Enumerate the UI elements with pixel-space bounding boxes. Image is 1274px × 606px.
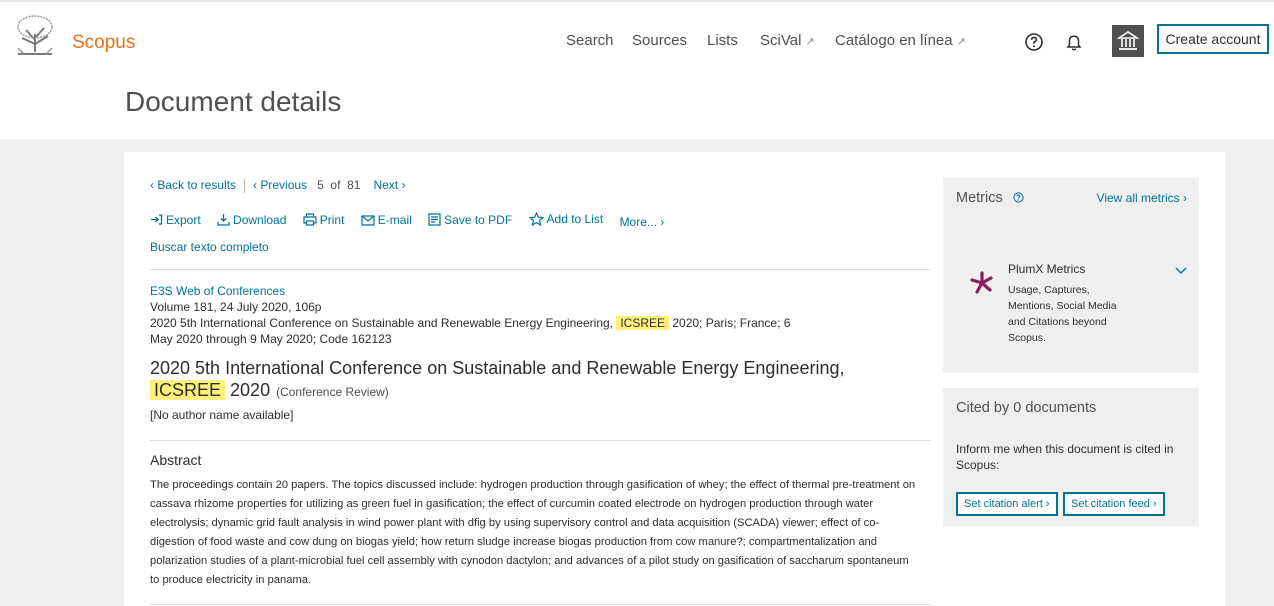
save-pdf-label: Save to PDF bbox=[444, 212, 513, 227]
document-title: 2020 5th International Conference on Sus… bbox=[150, 357, 910, 403]
nav-catalogo-label: Catálogo en línea bbox=[835, 32, 953, 49]
view-all-metrics-link[interactable]: View all metrics › bbox=[1097, 191, 1187, 205]
print-icon bbox=[303, 213, 317, 226]
info-icon[interactable] bbox=[1013, 192, 1024, 203]
metrics-panel: Metrics View all metrics › PlumX Metrics… bbox=[943, 178, 1199, 373]
download-label: Download bbox=[233, 212, 287, 227]
highlighted-term: ICSREE bbox=[150, 380, 226, 400]
export-label: Export bbox=[166, 212, 201, 227]
print-label: Print bbox=[319, 212, 345, 227]
back-to-results-link[interactable]: ‹ Back to results bbox=[150, 178, 236, 192]
section-divider bbox=[150, 269, 931, 270]
highlighted-term: ICSREE bbox=[616, 316, 670, 330]
nav-search[interactable]: Search bbox=[566, 32, 614, 49]
set-citation-feed-button[interactable]: Set citation feed › bbox=[1063, 492, 1165, 516]
volume-info: Volume 181, 24 July 2020, 106p bbox=[150, 300, 322, 314]
export-icon bbox=[151, 214, 163, 225]
more-actions-button[interactable]: More... › bbox=[620, 215, 665, 229]
scopus-brand-link[interactable]: Scopus bbox=[72, 32, 135, 54]
previous-link[interactable]: ‹ Previous bbox=[253, 178, 307, 192]
result-position: 5 of 81 bbox=[317, 178, 360, 192]
authors: [No author name available] bbox=[150, 408, 294, 422]
nav-sources[interactable]: Sources bbox=[632, 32, 687, 49]
download-button[interactable]: Download bbox=[217, 213, 286, 227]
create-account-button[interactable]: Create account bbox=[1157, 24, 1269, 54]
of-label: of bbox=[330, 178, 341, 192]
conference-info: 2020 5th International Conference on Sus… bbox=[150, 316, 790, 346]
title-text: 2020 5th International Conference on Sus… bbox=[150, 358, 845, 378]
institution-icon bbox=[1116, 31, 1140, 50]
cited-by-panel: Cited by 0 documents Inform me when this… bbox=[943, 388, 1199, 526]
institution-button[interactable] bbox=[1112, 25, 1144, 57]
more-label: More... › bbox=[619, 215, 665, 229]
cited-by-title: Cited by 0 documents bbox=[956, 400, 1097, 416]
external-link-icon: ↗ bbox=[805, 36, 815, 48]
plumx-description: Usage, Captures, Mentions, Social Media … bbox=[1008, 284, 1117, 344]
total-results: 81 bbox=[347, 178, 361, 192]
add-to-list-label: Add to List bbox=[546, 212, 604, 226]
section-divider bbox=[150, 440, 931, 441]
nav-scival[interactable]: SciVal ↗ bbox=[760, 32, 815, 49]
metrics-title-text: Metrics bbox=[956, 190, 1003, 206]
export-button[interactable]: Export bbox=[150, 213, 201, 227]
next-link[interactable]: Next › bbox=[373, 178, 405, 192]
top-header: Scopus Search Sources Lists SciVal ↗ Catá… bbox=[0, 0, 1274, 139]
save-pdf-button[interactable]: Save to PDF bbox=[428, 213, 512, 227]
title-year: 2020 bbox=[225, 380, 271, 400]
source-info: E3S Web of Conferences Volume 181, 24 Ju… bbox=[150, 283, 810, 347]
elsevier-logo-icon[interactable] bbox=[12, 14, 58, 56]
star-icon bbox=[528, 212, 544, 226]
nav-search-label: Search bbox=[566, 32, 614, 49]
abstract-text: The proceedings contain 20 papers. The t… bbox=[150, 479, 916, 586]
nav-scival-label: SciVal bbox=[760, 32, 802, 49]
page-title: Document details bbox=[125, 86, 342, 117]
plumx-icon bbox=[970, 271, 993, 294]
abstract-heading: Abstract bbox=[150, 452, 202, 468]
journal-link[interactable]: E3S Web of Conferences bbox=[150, 284, 285, 298]
document-actions: Export Download Print E-mail Save to PDF… bbox=[150, 212, 677, 229]
current-index: 5 bbox=[317, 178, 324, 192]
plumx-title: PlumX Metrics bbox=[1008, 262, 1086, 276]
chevron-down-icon[interactable] bbox=[1175, 266, 1187, 276]
full-text-link[interactable]: Buscar texto completo bbox=[150, 240, 269, 254]
set-citation-alert-button[interactable]: Set citation alert › bbox=[956, 492, 1058, 516]
metrics-title: Metrics bbox=[956, 190, 1024, 206]
add-to-list-button[interactable]: Add to List bbox=[528, 212, 604, 226]
bell-icon[interactable] bbox=[1064, 32, 1084, 52]
nav-sources-label: Sources bbox=[632, 32, 688, 49]
result-pager: ‹ Back to results ‹ Previous 5 of 81 Next › bbox=[150, 178, 405, 193]
citation-alert-message: Inform me when this document is cited in… bbox=[956, 442, 1174, 472]
document-type: (Conference Review) bbox=[276, 385, 389, 399]
download-icon bbox=[217, 214, 230, 226]
external-link-icon: ↗ bbox=[956, 36, 966, 48]
print-button[interactable]: Print bbox=[303, 212, 345, 227]
email-label: E-mail bbox=[377, 213, 412, 227]
email-button[interactable]: E-mail bbox=[361, 213, 412, 227]
nav-lists[interactable]: Lists bbox=[707, 32, 738, 49]
email-icon bbox=[361, 215, 375, 226]
pdf-icon bbox=[428, 213, 441, 226]
pager-divider bbox=[244, 178, 246, 193]
document-panel: ‹ Back to results ‹ Previous 5 of 81 Next ›… bbox=[124, 152, 1225, 606]
nav-lists-label: Lists bbox=[707, 32, 738, 49]
conference-name: 2020 5th International Conference on Sus… bbox=[150, 316, 617, 330]
section-divider bbox=[150, 604, 931, 605]
help-icon[interactable] bbox=[1024, 32, 1044, 52]
nav-catalogo[interactable]: Catálogo en línea ↗ bbox=[835, 32, 966, 49]
